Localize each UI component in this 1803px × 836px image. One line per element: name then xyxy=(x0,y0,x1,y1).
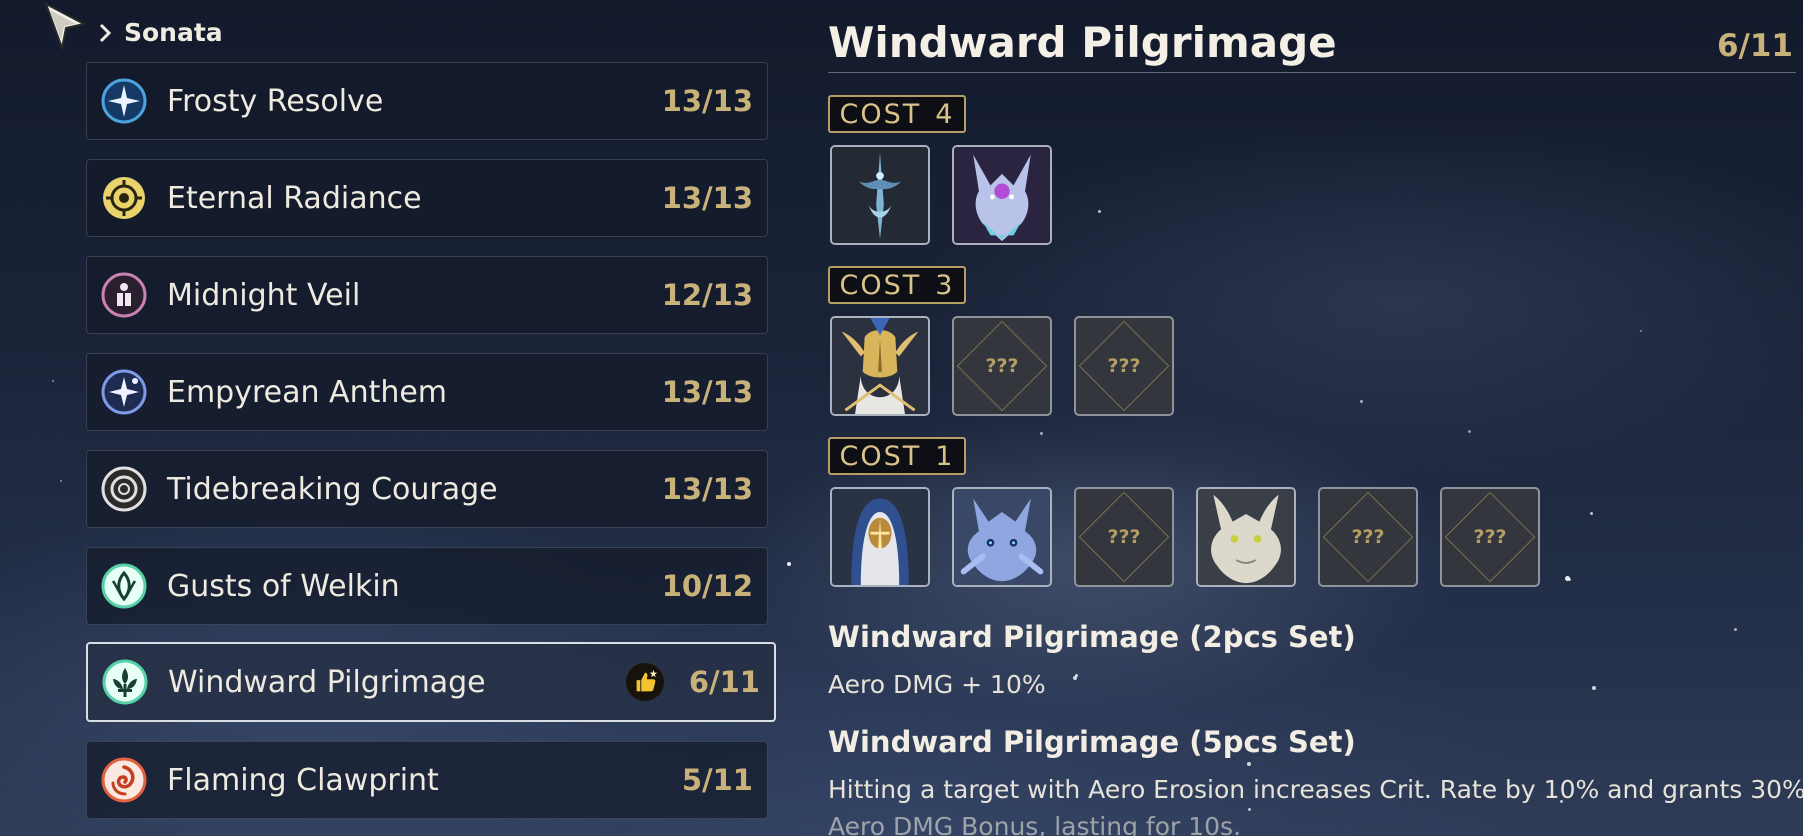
cost-badge-4: COST 4 xyxy=(828,95,966,133)
set-effect-5pc-title: Windward Pilgrimage (5pcs Set) xyxy=(828,725,1356,759)
set-effect-2pc-title: Windward Pilgrimage (2pcs Set) xyxy=(828,620,1356,654)
tide-ring-icon xyxy=(101,466,147,512)
sonata-item-name: Tidebreaking Courage xyxy=(167,471,498,507)
sonata-item-frosty-resolve[interactable]: Frosty Resolve 13/13 xyxy=(86,62,768,140)
cost-value: 3 xyxy=(935,269,955,301)
sonata-item-count: 12/13 xyxy=(661,278,753,312)
unknown-echo-label: ??? xyxy=(1351,526,1385,548)
sonata-item-name: Frosty Resolve xyxy=(167,83,384,119)
breadcrumb[interactable]: Sonata xyxy=(96,18,223,47)
breadcrumb-label: Sonata xyxy=(124,18,223,47)
frost-star-icon xyxy=(101,78,147,124)
sonata-item-midnight-veil[interactable]: Midnight Veil 12/13 xyxy=(86,256,768,334)
crystal-dragon-echo-icon[interactable] xyxy=(952,145,1052,245)
sonata-item-windward-pilgrimage[interactable]: Windward Pilgrimage 6/11 xyxy=(86,642,776,722)
chevron-right-icon xyxy=(99,23,112,42)
set-effect-2pc-desc: Aero DMG + 10% xyxy=(828,670,1046,699)
flame-swirl-icon xyxy=(101,757,147,803)
detail-count: 6/11 xyxy=(1716,28,1793,64)
sonata-item-flaming-clawprint[interactable]: Flaming Clawprint 5/11 xyxy=(86,741,768,819)
sonata-item-name: Flaming Clawprint xyxy=(167,762,439,798)
locked-echo-slot[interactable]: ??? xyxy=(1318,487,1418,587)
set-effect-5pc-desc: Hitting a target with Aero Erosion incre… xyxy=(828,775,1803,804)
detail-title: Windward Pilgrimage xyxy=(828,18,1337,67)
cost-badge-3: COST 3 xyxy=(828,266,966,304)
cost-value: 4 xyxy=(935,98,955,130)
spectral-sword-echo-icon[interactable] xyxy=(830,145,930,245)
sonata-item-name: Gusts of Welkin xyxy=(167,568,400,604)
locked-echo-slot[interactable]: ??? xyxy=(1074,316,1174,416)
sonata-item-name: Windward Pilgrimage xyxy=(168,664,486,700)
cost-value: 1 xyxy=(935,440,955,472)
sonata-set-list: Frosty Resolve 13/13 Eternal Radiance 13… xyxy=(86,62,776,836)
unknown-echo-label: ??? xyxy=(1107,526,1141,548)
blue-drake-echo-icon[interactable] xyxy=(952,487,1052,587)
sonata-item-eternal-radiance[interactable]: Eternal Radiance 13/13 xyxy=(86,159,768,237)
unknown-echo-label: ??? xyxy=(1107,355,1141,377)
cost-3-slots: ??? ??? xyxy=(830,316,1174,416)
sonata-item-count: 13/13 xyxy=(661,181,753,215)
sonata-item-name: Empyrean Anthem xyxy=(167,374,448,410)
sonata-item-count: 13/13 xyxy=(661,84,753,118)
sonata-item-count: 10/12 xyxy=(661,569,753,603)
locked-echo-slot[interactable]: ??? xyxy=(1440,487,1540,587)
cost-1-slots: ??? ??? ??? xyxy=(830,487,1540,587)
white-drake-echo-icon[interactable] xyxy=(1196,487,1296,587)
sonata-item-count: 5/11 xyxy=(681,763,753,797)
unknown-echo-label: ??? xyxy=(1473,526,1507,548)
veil-figure-icon xyxy=(101,272,147,318)
radiance-sun-icon xyxy=(101,175,147,221)
detail-divider xyxy=(828,72,1796,73)
unknown-echo-label: ??? xyxy=(985,355,1019,377)
cost-badge-1: COST 1 xyxy=(828,437,966,475)
sonata-item-gusts-of-welkin[interactable]: Gusts of Welkin 10/12 xyxy=(86,547,768,625)
sonata-item-name: Eternal Radiance xyxy=(167,180,422,216)
sonata-item-tidebreaking-courage[interactable]: Tidebreaking Courage 13/13 xyxy=(86,450,768,528)
cost-label: COST xyxy=(839,98,922,130)
cost-4-slots xyxy=(830,145,1052,245)
cost-label: COST xyxy=(839,440,922,472)
thumbs-up-icon xyxy=(626,663,664,701)
pilgrim-fleur-icon xyxy=(102,659,148,705)
sonata-item-count: 13/13 xyxy=(661,375,753,409)
locked-echo-slot[interactable]: ??? xyxy=(952,316,1052,416)
hooded-pilgrim-echo-icon[interactable] xyxy=(830,487,930,587)
golden-knight-echo-icon[interactable] xyxy=(830,316,930,416)
sonata-item-count: 6/11 xyxy=(688,665,760,699)
welkin-wind-icon xyxy=(101,563,147,609)
cost-label: COST xyxy=(839,269,922,301)
anthem-spark-icon xyxy=(101,369,147,415)
sonata-item-name: Midnight Veil xyxy=(167,277,361,313)
locked-echo-slot[interactable]: ??? xyxy=(1074,487,1174,587)
sonata-item-count: 13/13 xyxy=(661,472,753,506)
sonata-item-empyrean-anthem[interactable]: Empyrean Anthem 13/13 xyxy=(86,353,768,431)
set-effect-5pc-desc-continued: Aero DMG Bonus, lasting for 10s. xyxy=(828,812,1242,836)
mouse-cursor-icon xyxy=(44,1,88,52)
